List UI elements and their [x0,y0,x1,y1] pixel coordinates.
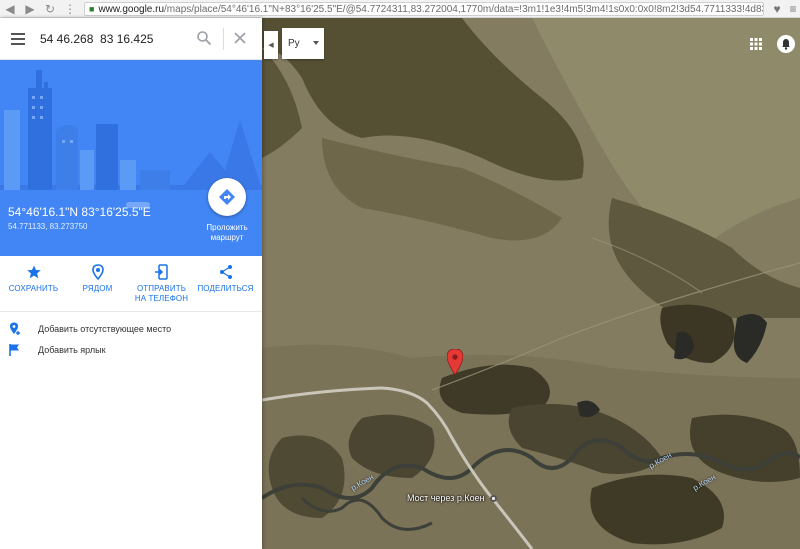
place-header: 54°46'16.1"N 83°16'25.5"E 54.771133, 83.… [0,60,262,256]
send-to-phone-button[interactable]: ОТПРАВИТЬ НА ТЕЛЕФОН [131,256,192,311]
place-actions: СОХРАНИТЬ РЯДОМ ОТПРАВИТЬ НА ТЕЛЕФОН ПОД… [0,256,262,312]
browser-menu-icon[interactable]: ≡ [786,0,800,18]
nearby-button[interactable]: РЯДОМ [67,256,128,311]
browser-toolbar: ◀ ▶ ↻ ⋮ ■ www.google.ru /maps/place/54°4… [0,0,800,18]
menu-icon[interactable] [4,18,32,60]
bookmark-star-icon[interactable]: ♥ [770,0,784,18]
send-to-phone-label: ОТПРАВИТЬ НА ТЕЛЕФОН [134,284,189,303]
send-to-phone-icon [154,264,168,280]
search-icon[interactable] [196,30,212,46]
search-box [0,18,262,60]
forward-icon[interactable]: ▶ [20,0,40,18]
reload-icon[interactable]: ↻ [40,0,60,18]
directions-label[interactable]: Проложить маршрут [196,223,258,243]
url-path: /maps/place/54°46'16.1"N+83°16'25.5"E/@5… [164,3,764,15]
add-label-text: Добавить ярлык [38,345,106,355]
coordinates-dms: 54°46'16.1"N 83°16'25.5"E [8,205,151,219]
directions-button[interactable] [208,178,246,216]
url-domain: www.google.ru [98,3,165,15]
google-apps-icon[interactable] [750,38,762,50]
language-select[interactable]: Ру [282,28,324,59]
share-icon [219,265,232,279]
satellite-map[interactable] [262,18,800,549]
coordinates-decimal: 54.771133, 83.273750 [8,222,88,231]
add-location-icon [10,322,20,335]
share-label: ПОДЕЛИТЬСЯ [197,284,254,293]
add-missing-place-label: Добавить отсутствующее место [38,324,172,334]
save-button[interactable]: СОХРАНИТЬ [3,256,64,311]
flag-icon [9,344,19,356]
chevron-down-icon [313,41,319,45]
place-panel: 54°46'16.1"N 83°16'25.5"E 54.771133, 83.… [0,18,262,549]
location-pin-icon[interactable] [447,349,463,375]
add-missing-place-item[interactable]: Добавить отсутствующее место [0,319,262,339]
back-icon[interactable]: ◀ [0,0,20,18]
apps-grid-icon[interactable]: ⋮ [60,0,80,18]
save-label: СОХРАНИТЬ [8,284,59,293]
bridge-place-label[interactable]: Мост через р.Коен [407,493,485,503]
place-marker-icon[interactable] [490,495,497,502]
share-button[interactable]: ПОДЕЛИТЬСЯ [195,256,256,311]
add-label-item[interactable]: Добавить ярлык [0,340,262,360]
nearby-label: РЯДОМ [82,284,113,293]
search-divider [223,28,224,50]
star-icon [26,265,41,279]
language-value: Ру [288,38,300,49]
nearby-pin-icon [91,264,104,280]
address-bar[interactable]: ■ www.google.ru /maps/place/54°46'16.1"N… [84,2,764,16]
search-input[interactable] [40,28,190,49]
notifications-icon[interactable] [776,34,796,54]
directions-icon [219,189,235,205]
satellite-imagery [262,18,800,549]
collapse-panel-button[interactable]: ◀ [264,31,278,59]
close-icon[interactable] [232,30,248,46]
lock-icon: ■ [89,4,95,14]
